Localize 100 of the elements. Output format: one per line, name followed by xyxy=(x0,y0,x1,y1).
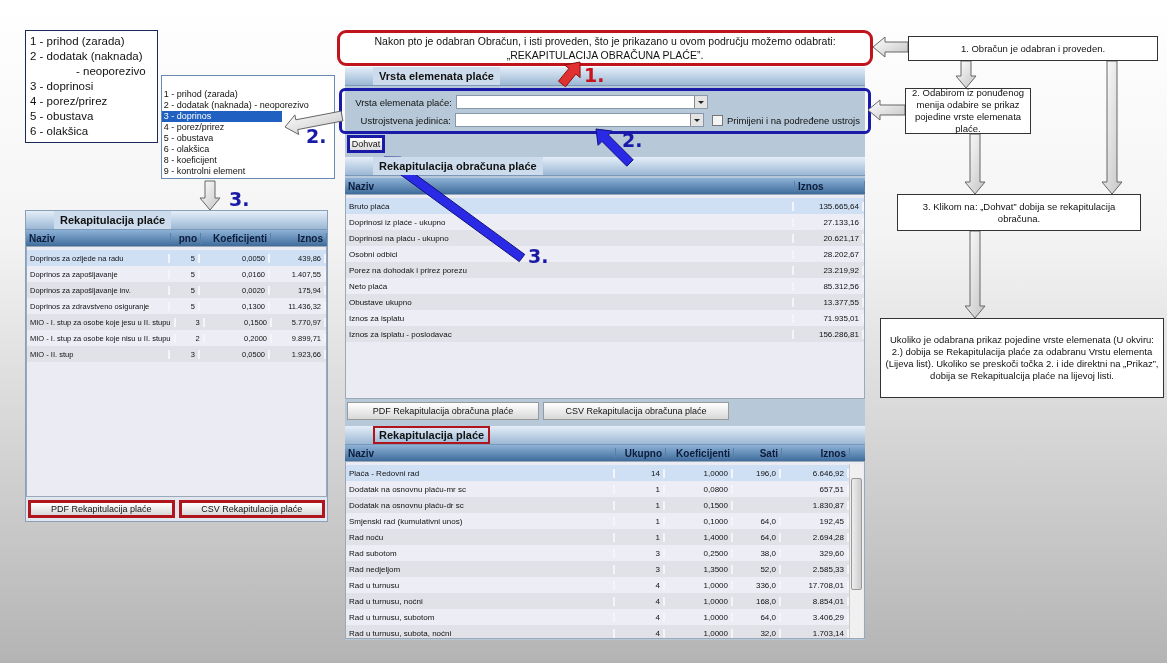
column-header: Koeficijenti xyxy=(666,447,734,459)
legend-item: - neoporezivo xyxy=(75,64,147,79)
column-header: Iznos xyxy=(782,447,850,459)
table-cell: 13.377,55 xyxy=(794,297,864,307)
table-row[interactable]: Porez na dohodak i prirez porezu 23.219,92 xyxy=(346,262,864,278)
export-button[interactable]: PDF Rekapitulacija plaće xyxy=(28,500,175,518)
field-label: Vrsta elemenata plaće: xyxy=(354,96,452,108)
block-arrow xyxy=(964,133,986,195)
table-cell: Iznos za isplatu - poslodavac xyxy=(346,329,794,339)
flow-step-box: 2. Odabirom iz ponuđenog menija odabire se prikaz pojedine vrste elemenata plaće. xyxy=(905,88,1031,134)
flow-step-box: 3. Klikom na: „Dohvat” dobija se rekapitulacija obračuna. xyxy=(897,194,1141,231)
table-cell: Rad noću xyxy=(346,532,615,542)
export-button[interactable]: CSV Rekapitulacija obračuna plaće xyxy=(543,402,729,420)
table-cell: 4 xyxy=(615,612,665,622)
legend-item: 1 - prihod (zarada) xyxy=(30,34,126,49)
table-row[interactable]: Plaća - Redovni rad 14 1,0000 196,0 6.646,92 xyxy=(346,465,849,481)
panel-title: Rekapitulacija obračuna plaće xyxy=(373,157,543,175)
table-cell: 1 xyxy=(615,484,665,494)
select-field[interactable] xyxy=(456,95,708,109)
table-row[interactable]: Rad u turnusu, subota, noćni 4 1,0000 32,0 1.703,14 xyxy=(346,625,849,638)
dropdown-option[interactable]: 2 - dodatak (naknada) - neoporezivo xyxy=(161,100,309,111)
table-cell: 336,0 xyxy=(733,580,781,590)
table-cell: 0,1500 xyxy=(665,500,733,510)
table-cell: 4 xyxy=(615,596,665,606)
table-cell: 168,0 xyxy=(733,596,781,606)
caret-icon xyxy=(694,96,707,108)
table-row[interactable]: Dodatak na osnovnu plaću-dr sc 1 0,1500 1.830,87 xyxy=(346,497,849,513)
dropdown-option[interactable]: 6 - olakšica xyxy=(161,144,210,155)
legend-item: 2 - dodatak (naknada) xyxy=(30,49,144,64)
table-cell: 1,4000 xyxy=(665,532,733,542)
table-row[interactable]: Rad u turnusu, noćni 4 1,0000 168,0 8.854,01 xyxy=(346,593,849,609)
table-cell: 3 xyxy=(615,564,665,574)
table-cell: 52,0 xyxy=(733,564,781,574)
caret-icon xyxy=(690,114,703,126)
table-row[interactable]: Iznos za isplatu - poslodavac 156.286,81 xyxy=(346,326,864,342)
dropdown-option[interactable]: 8 - koeficijent xyxy=(161,155,217,166)
flow-step-box: 1. Obračun je odabran i proveden. xyxy=(908,36,1158,61)
table-cell: 4 xyxy=(615,580,665,590)
table-cell: Dodatak na osnovnu plaću-mr sc xyxy=(346,484,615,494)
table-cell: 1 xyxy=(615,500,665,510)
table-row[interactable]: Doprinosi na plaću - ukupno 20.621,17 xyxy=(346,230,864,246)
table-cell: 23.219,92 xyxy=(794,265,864,275)
dropdown-option[interactable]: 5 - obustava xyxy=(161,133,214,144)
table-cell: 1 xyxy=(615,516,665,526)
table-cell: 64,0 xyxy=(733,612,781,622)
table-cell: 1,0000 xyxy=(665,628,733,638)
column-header: Iznos xyxy=(795,180,865,192)
table-row[interactable]: Bruto plaća 135.665,64 xyxy=(346,198,864,214)
panel-title: Rekapitulacija plaće xyxy=(54,211,172,229)
arrow xyxy=(558,61,581,88)
table-cell: 135.665,64 xyxy=(794,201,864,211)
table-cell: Rad u turnusu xyxy=(346,580,615,590)
table-row[interactable]: Rad noću 1 1,4000 64,0 2.694,28 xyxy=(346,529,849,545)
table-cell: 0,1000 xyxy=(665,516,733,526)
legend-item: 4 - porez/prirez xyxy=(30,94,109,109)
table-cell: 32,0 xyxy=(733,628,781,638)
table-cell: 85.312,56 xyxy=(794,281,864,291)
table-cell: 3 xyxy=(615,548,665,558)
export-button[interactable]: CSV Rekapitulacija plaće xyxy=(178,500,325,518)
block-arrow xyxy=(955,60,977,89)
table-cell: 1,0000 xyxy=(665,612,733,622)
table-cell: 27.133,16 xyxy=(794,217,864,227)
panel-title: Rekapitulacija plaće xyxy=(373,426,491,444)
dropdown-option[interactable]: 1 - prihod (zarada) xyxy=(161,89,238,100)
table-cell: 1,0000 xyxy=(665,468,733,478)
table-row[interactable]: Obustave ukupno 13.377,55 xyxy=(346,294,864,310)
table-cell: 71.935,01 xyxy=(794,313,864,323)
table-cell: 20.621,17 xyxy=(794,233,864,243)
legend-item: 6 - olakšica xyxy=(30,124,90,139)
step-number: 3. xyxy=(229,189,250,209)
step-number: 2. xyxy=(306,126,327,146)
table-cell: 4 xyxy=(615,628,665,638)
table-cell: 156.286,81 xyxy=(794,329,864,339)
table-cell: 38,0 xyxy=(733,548,781,558)
block-arrow xyxy=(867,99,906,121)
panel-title: Vrsta elemenata plaće xyxy=(373,67,500,85)
table-cell: 0,0800 xyxy=(665,484,733,494)
select-field[interactable] xyxy=(454,113,704,127)
column-header: Iznos xyxy=(271,232,327,244)
column-header: Naziv xyxy=(26,232,171,244)
dropdown-option[interactable]: 3 - doprinos xyxy=(161,111,282,122)
dropdown-option[interactable]: 9 - kontrolni element xyxy=(161,166,246,177)
scrollbar[interactable] xyxy=(849,464,863,638)
table-cell: Plaća - Redovni rad xyxy=(346,468,615,478)
table-cell: 1,0000 xyxy=(665,596,733,606)
checkbox[interactable] xyxy=(712,114,723,126)
legend-item: 3 - doprinosi xyxy=(30,79,95,94)
fetch-button[interactable]: Dohvat xyxy=(347,135,385,153)
column-header: Naziv xyxy=(345,447,616,459)
dropdown-option[interactable]: 4 - porez/prirez xyxy=(161,122,225,133)
table-cell: Iznos za isplatu xyxy=(346,313,794,323)
table-cell: Porez na dohodak i prirez porezu xyxy=(346,265,794,275)
table-cell: 1 xyxy=(615,532,665,542)
table-cell: 28.202,67 xyxy=(794,249,864,259)
column-header: Ukupno xyxy=(616,447,666,459)
export-button[interactable]: PDF Rekapitulacija obračuna plaće xyxy=(347,402,539,420)
table-cell: 1,3500 xyxy=(665,564,733,574)
callout-text: „REKAPITULACIJA OBRAČUNA PLAĆE”. xyxy=(506,48,704,62)
table-row[interactable]: Rad nedjeljom 3 1,3500 52,0 2.585,33 xyxy=(346,561,849,577)
table-cell: Dodatak na osnovnu plaću-dr sc xyxy=(346,500,615,510)
